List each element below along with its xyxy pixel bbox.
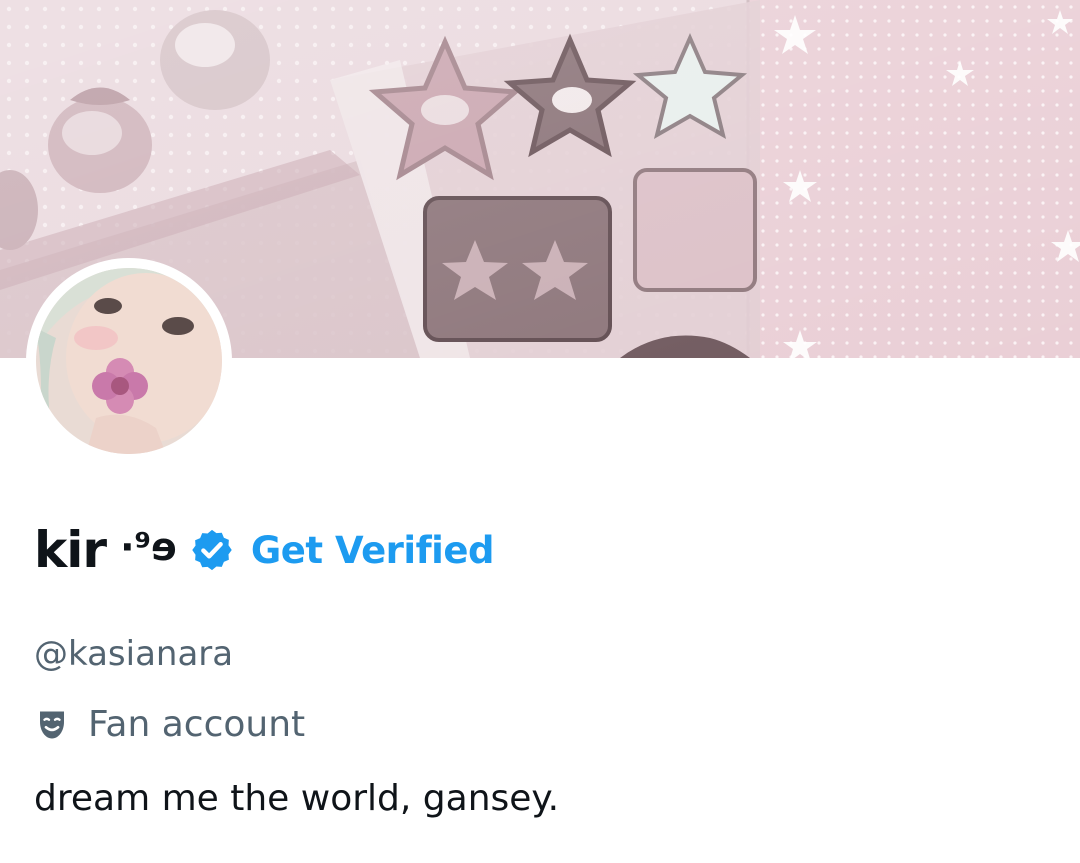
get-verified-link[interactable]: Get Verified xyxy=(251,529,495,572)
name-row: kir ·⁹ɘ Get Verified xyxy=(34,515,494,585)
profile-bio: dream me the world, gansey. xyxy=(34,778,560,819)
theater-masks-icon xyxy=(34,707,70,743)
verified-badge-icon[interactable] xyxy=(189,527,235,573)
display-name: kir xyxy=(34,521,107,579)
name-decoration: ·⁹ɘ xyxy=(120,525,177,569)
avatar-photo xyxy=(36,268,222,454)
profile-handle: @kasianara xyxy=(34,634,234,674)
category-label: Fan account xyxy=(88,704,306,745)
profile-category: Fan account xyxy=(34,704,305,745)
profile-avatar[interactable] xyxy=(26,258,232,464)
profile-page: kir ·⁹ɘ Get Verified @kasianara Fan acco… xyxy=(0,0,1080,863)
